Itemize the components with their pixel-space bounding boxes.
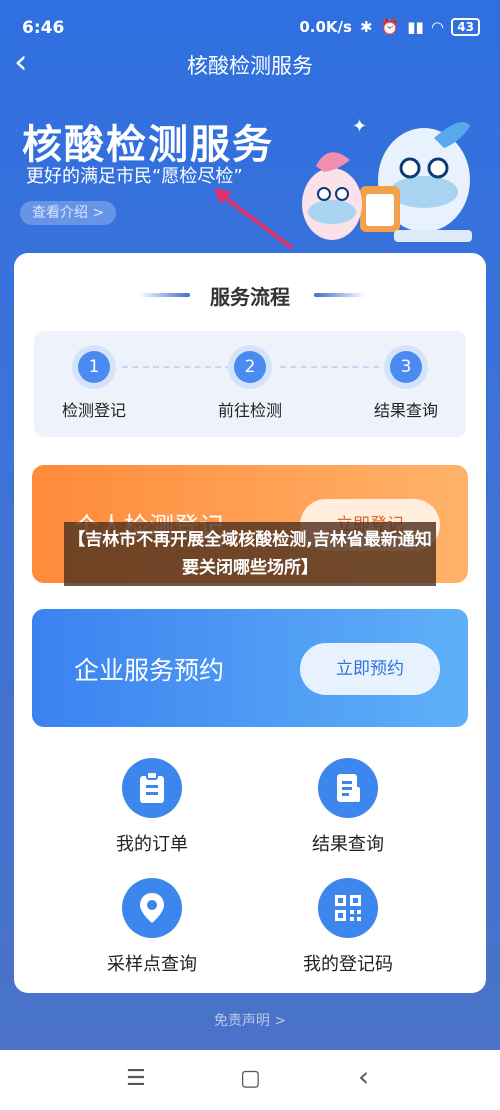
grid-item-label: 采样点查询 — [107, 954, 197, 975]
signal-icon: ▮▮ — [407, 18, 424, 36]
view-intro-button[interactable]: 查看介绍 > — [20, 201, 117, 225]
qr-code-icon — [318, 878, 378, 938]
mascot-illustration-icon — [302, 122, 472, 242]
grid-item-sampling-sites[interactable]: 采样点查询 — [62, 878, 242, 976]
step-number: 1 — [78, 351, 110, 383]
system-navigation-bar: ☰ ▢ ‹ — [0, 1050, 500, 1110]
process-steps: 1 检测登记 2 前往检测 3 结果查询 — [34, 331, 466, 437]
menu-icon[interactable]: ☰ — [126, 1066, 146, 1091]
enterprise-booking-label: 企业服务预约 — [74, 656, 225, 685]
wifi-icon: ◠ — [431, 18, 444, 36]
title-decoration-right — [314, 293, 366, 297]
page-title: 核酸检测服务 — [187, 54, 313, 78]
process-title: 服务流程 — [210, 285, 290, 309]
service-card: 服务流程 1 检测登记 2 前往检测 3 结果查询 个人检测登记 立即登记 企业… — [14, 253, 486, 993]
grid-item-my-registration-code[interactable]: 我的登记码 — [258, 878, 438, 976]
home-icon[interactable]: ▢ — [240, 1066, 261, 1091]
alarm-icon: ⏰ — [380, 18, 400, 36]
enterprise-booking-card[interactable]: 企业服务预约 立即预约 — [32, 609, 468, 727]
process-step-3: 3 结果查询 — [346, 351, 466, 421]
grid-item-label: 我的订单 — [116, 834, 188, 855]
step-number: 2 — [234, 351, 266, 383]
grid-item-label: 结果查询 — [312, 834, 384, 855]
grid-item-label: 我的登记码 — [303, 954, 393, 975]
step-label: 结果查询 — [373, 401, 438, 420]
grid-item-result-query[interactable]: 结果查询 — [258, 758, 438, 856]
step-number: 3 — [390, 351, 422, 383]
news-headline-overlay: 【吉林市不再开展全域核酸检测,吉林省最新通知要关闭哪些场所】 — [64, 522, 436, 586]
clipboard-icon — [122, 758, 182, 818]
book-now-button[interactable]: 立即预约 — [300, 643, 440, 695]
battery-icon: 43 — [451, 18, 480, 36]
bluetooth-icon: ✱ — [359, 18, 373, 36]
process-step-2: 2 前往检测 — [190, 351, 310, 421]
grid-item-my-orders[interactable]: 我的订单 — [62, 758, 242, 856]
network-speed: 0.0K/s — [299, 18, 352, 36]
app-header: ‹ 核酸检测服务 — [0, 42, 500, 86]
back-nav-icon[interactable]: ‹ — [358, 1060, 369, 1093]
status-time: 6:46 — [22, 18, 65, 38]
disclaimer-link[interactable]: 免责声明 > — [0, 1010, 500, 1030]
banner-subtitle: 更好的满足市民“愿检尽检” — [26, 166, 243, 187]
document-icon — [318, 758, 378, 818]
location-pin-icon — [122, 878, 182, 938]
step-label: 检测登记 — [61, 401, 126, 420]
process-step-1: 1 检测登记 — [34, 351, 154, 421]
step-label: 前往检测 — [217, 401, 282, 420]
